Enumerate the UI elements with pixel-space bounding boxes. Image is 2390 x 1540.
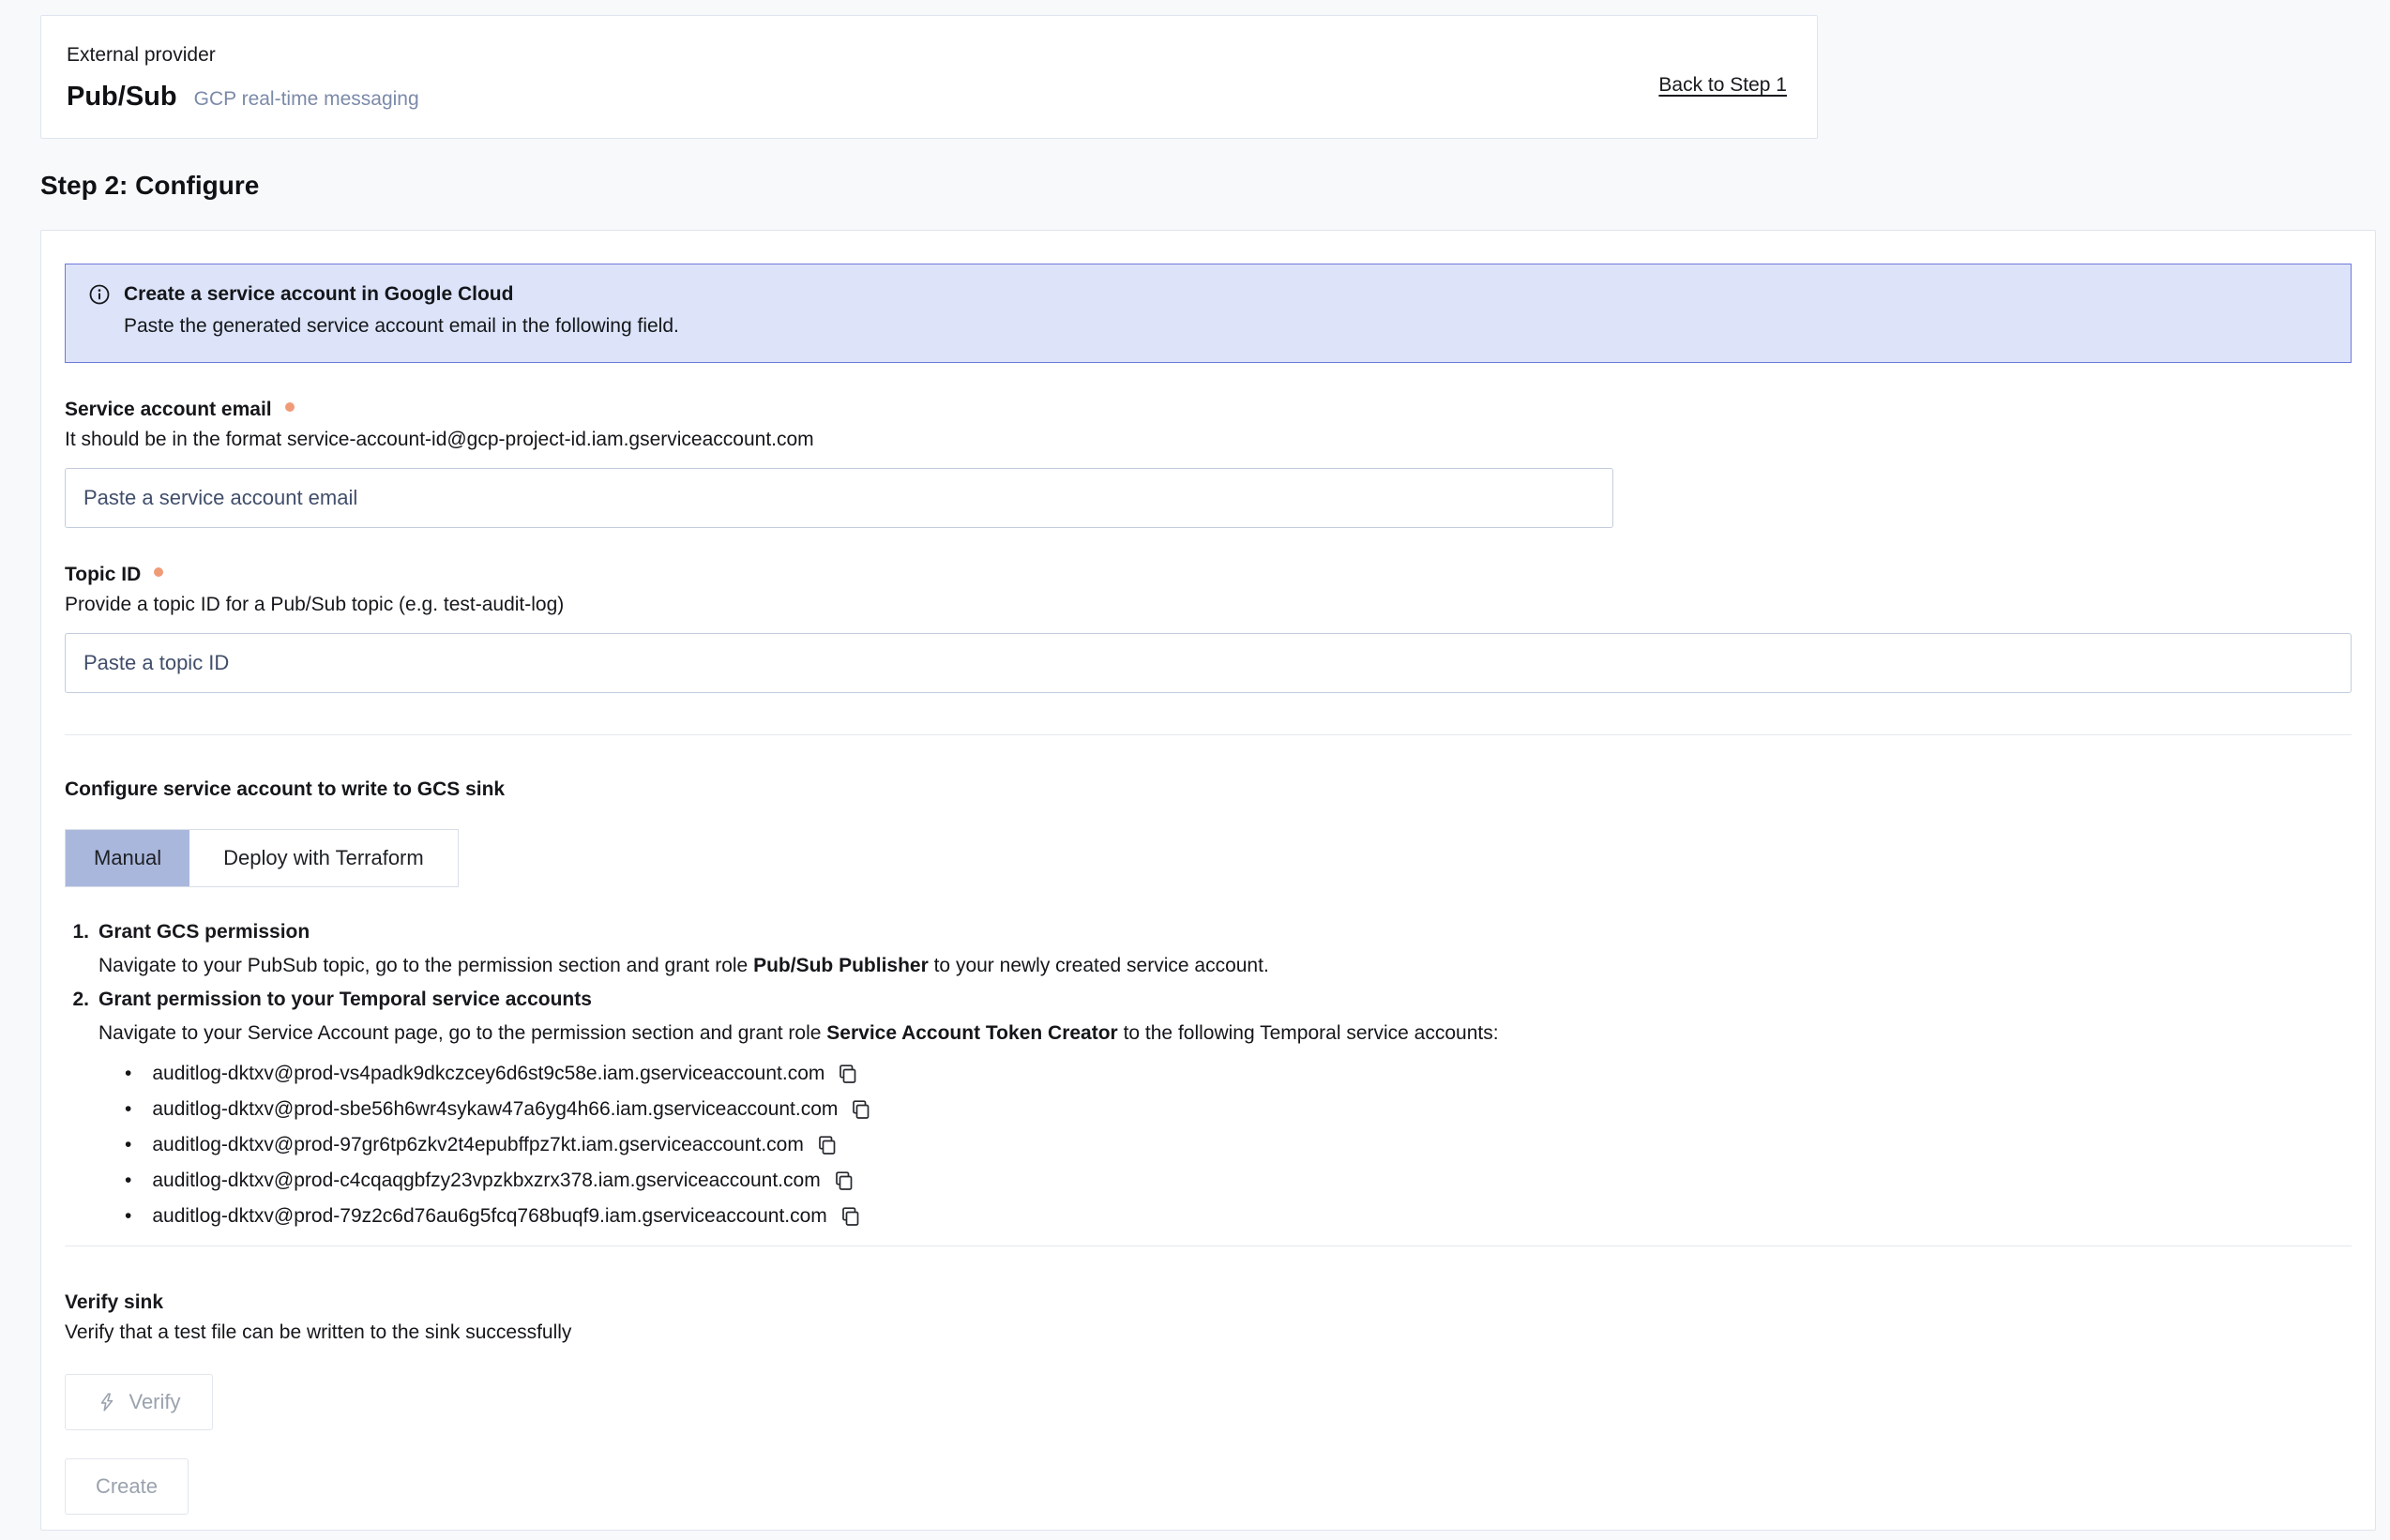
lightning-bolt-icon: [97, 1392, 117, 1412]
step-title: Grant permission to your Temporal servic…: [98, 983, 592, 1017]
copy-icon[interactable]: [839, 1204, 863, 1229]
service-account-email: auditlog-dktxv@prod-79z2c6d76au6g5fcq768…: [152, 1199, 826, 1234]
step-body-text: Navigate to your PubSub topic, go to the…: [98, 955, 753, 976]
provider-name: Pub/Sub: [67, 82, 177, 113]
service-account-email-input[interactable]: [65, 468, 1613, 528]
service-account-email: auditlog-dktxv@prod-c4cqaqgbfzy23vpzkbxz…: [152, 1163, 820, 1199]
service-account-email: auditlog-dktxv@prod-97gr6tp6zkv2t4epubff…: [152, 1127, 803, 1163]
service-account-list: auditlog-dktxv@prod-vs4padk9dkczcey6d6st…: [125, 1056, 2352, 1234]
step-body: Navigate to your Service Account page, g…: [98, 1017, 2352, 1050]
tab-manual[interactable]: Manual: [66, 830, 189, 886]
service-account-email: auditlog-dktxv@prod-sbe56h6wr4sykaw47a6y…: [152, 1092, 838, 1127]
service-account-email-helper: It should be in the format service-accou…: [65, 425, 2352, 455]
create-button-label: Create: [96, 1474, 158, 1499]
info-icon: [88, 283, 111, 306]
step-number: 2.: [65, 983, 89, 1017]
manual-steps: 1. Grant GCS permission Navigate to your…: [65, 915, 2352, 1234]
step-body-text: to your newly created service account.: [929, 955, 1269, 976]
required-dot: [154, 567, 163, 577]
info-banner: Create a service account in Google Cloud…: [65, 264, 2352, 363]
sink-config-title: Configure service account to write to GC…: [65, 775, 2352, 805]
service-account-item: auditlog-dktxv@prod-sbe56h6wr4sykaw47a6y…: [125, 1092, 2352, 1127]
step-item-1: 1. Grant GCS permission: [65, 915, 2352, 949]
step-item-2: 2. Grant permission to your Temporal ser…: [65, 983, 2352, 1017]
service-account-email-label: Service account email: [65, 395, 2352, 425]
copy-icon[interactable]: [836, 1062, 860, 1086]
topic-id-helper: Provide a topic ID for a Pub/Sub topic (…: [65, 590, 2352, 620]
tab-deploy-with-terraform[interactable]: Deploy with Terraform: [189, 830, 458, 886]
role-name: Service Account Token Creator: [826, 1022, 1117, 1044]
copy-icon[interactable]: [815, 1133, 840, 1157]
section-divider: [65, 734, 2352, 735]
step-body-text: Navigate to your Service Account page, g…: [98, 1022, 826, 1044]
info-banner-title: Create a service account in Google Cloud: [124, 283, 513, 306]
topic-id-label-text: Topic ID: [65, 560, 141, 590]
service-account-item: auditlog-dktxv@prod-c4cqaqgbfzy23vpzkbxz…: [125, 1163, 2352, 1199]
back-to-step-1-link[interactable]: Back to Step 1: [1658, 74, 1787, 97]
verify-button-label: Verify: [129, 1390, 180, 1414]
copy-icon[interactable]: [849, 1097, 873, 1122]
topic-id-label: Topic ID: [65, 560, 2352, 590]
verify-sink-title: Verify sink: [65, 1288, 2352, 1318]
required-dot: [285, 402, 295, 412]
step-body-text: to the following Temporal service accoun…: [1118, 1022, 1499, 1044]
verify-button[interactable]: Verify: [65, 1374, 213, 1430]
topic-id-input[interactable]: [65, 633, 2352, 693]
provider-eyebrow: External provider: [67, 44, 1789, 67]
sink-config-tabs: Manual Deploy with Terraform: [65, 829, 459, 887]
create-button[interactable]: Create: [65, 1458, 189, 1515]
copy-icon[interactable]: [832, 1169, 856, 1193]
verify-sink-description: Verify that a test file can be written t…: [65, 1318, 2352, 1348]
service-account-email-label-text: Service account email: [65, 395, 272, 425]
service-account-item: auditlog-dktxv@prod-97gr6tp6zkv2t4epubff…: [125, 1127, 2352, 1163]
step-number: 1.: [65, 915, 89, 949]
step-title: Grant GCS permission: [98, 915, 310, 949]
configure-panel: Create a service account in Google Cloud…: [40, 230, 2376, 1531]
info-banner-description: Paste the generated service account emai…: [124, 311, 2328, 341]
provider-card: External provider Pub/Sub GCP real-time …: [40, 15, 1818, 139]
service-account-email: auditlog-dktxv@prod-vs4padk9dkczcey6d6st…: [152, 1056, 824, 1092]
service-account-item: auditlog-dktxv@prod-79z2c6d76au6g5fcq768…: [125, 1199, 2352, 1234]
role-name: Pub/Sub Publisher: [753, 955, 929, 976]
step-body: Navigate to your PubSub topic, go to the…: [98, 949, 2352, 983]
step-heading: Step 2: Configure: [40, 171, 259, 201]
service-account-item: auditlog-dktxv@prod-vs4padk9dkczcey6d6st…: [125, 1056, 2352, 1092]
provider-tagline: GCP real-time messaging: [194, 88, 419, 111]
